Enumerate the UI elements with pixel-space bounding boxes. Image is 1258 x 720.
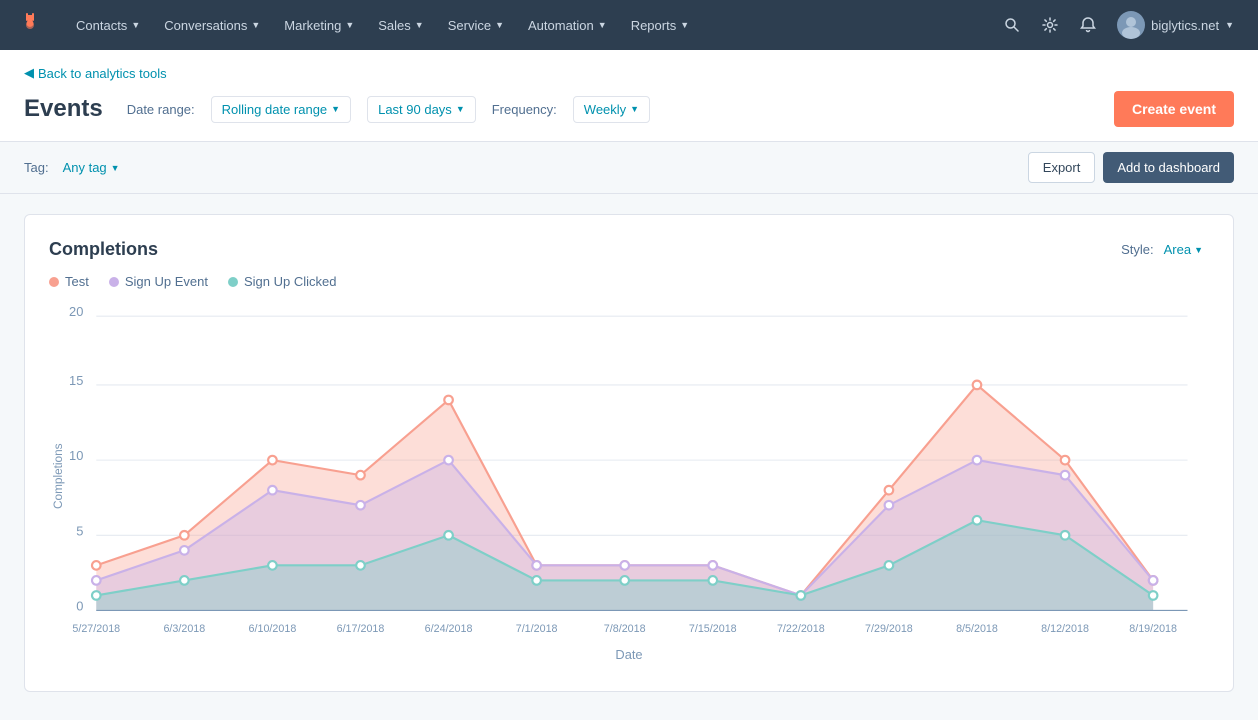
- notifications-button[interactable]: [1071, 8, 1105, 42]
- svg-text:Completions: Completions: [51, 443, 65, 509]
- svg-text:6/24/2018: 6/24/2018: [425, 623, 473, 635]
- nav-item-conversations[interactable]: Conversations▼: [152, 0, 272, 50]
- nav-item-reports[interactable]: Reports▼: [619, 0, 701, 50]
- chart-style-selector: Style: Area ▼: [1121, 240, 1209, 259]
- svg-text:5: 5: [76, 523, 83, 538]
- account-menu[interactable]: biglytics.net ▼: [1109, 7, 1242, 43]
- nav-item-contacts[interactable]: Contacts▼: [64, 0, 152, 50]
- svg-text:8/12/2018: 8/12/2018: [1041, 623, 1089, 635]
- svg-text:7/29/2018: 7/29/2018: [865, 623, 913, 635]
- last-days-select[interactable]: Last 90 days ▼: [367, 96, 476, 123]
- svg-text:7/22/2018: 7/22/2018: [777, 623, 825, 635]
- avatar: [1117, 11, 1145, 39]
- toolbar-actions: Export Add to dashboard: [1028, 152, 1234, 183]
- search-icon: [1004, 17, 1020, 33]
- svg-text:8/19/2018: 8/19/2018: [1129, 623, 1177, 635]
- toolbar: Tag: Any tag ▼ Export Add to dashboard: [0, 142, 1258, 194]
- export-button[interactable]: Export: [1028, 152, 1096, 183]
- settings-icon: [1042, 17, 1058, 33]
- svg-text:0: 0: [76, 598, 83, 613]
- svg-text:7/15/2018: 7/15/2018: [689, 623, 737, 635]
- create-event-button[interactable]: Create event: [1114, 91, 1234, 127]
- style-chevron-icon: ▼: [1194, 245, 1203, 255]
- bell-icon: [1080, 17, 1096, 33]
- legend-dot-signup-event: [109, 277, 119, 287]
- page-title: Events: [24, 95, 103, 123]
- back-arrow-icon: ◀: [24, 65, 34, 81]
- svg-text:8/5/2018: 8/5/2018: [956, 623, 998, 635]
- legend-dot-test: [49, 277, 59, 287]
- svg-text:Date: Date: [615, 647, 642, 662]
- svg-text:10: 10: [69, 448, 83, 463]
- tag-label: Tag:: [24, 160, 49, 175]
- tag-chevron-icon: ▼: [111, 163, 120, 173]
- frequency-label: Frequency:: [492, 102, 557, 117]
- nav-item-automation[interactable]: Automation▼: [516, 0, 619, 50]
- frequency-select[interactable]: Weekly ▼: [573, 96, 650, 123]
- nav-item-service[interactable]: Service▼: [436, 0, 516, 50]
- chart-header: Completions Style: Area ▼: [49, 239, 1209, 260]
- legend-item-signup-event: Sign Up Event: [109, 274, 208, 289]
- date-range-chevron-icon: ▼: [331, 104, 340, 114]
- area-chart: 0 5 10 15 20 Completions: [49, 299, 1209, 664]
- chart-svg-wrapper: 0 5 10 15 20 Completions: [49, 299, 1209, 667]
- frequency-chevron-icon: ▼: [630, 104, 639, 114]
- page-title-row: Events Date range: Rolling date range ▼ …: [24, 91, 1234, 127]
- search-button[interactable]: [995, 8, 1029, 42]
- tag-filter: Tag: Any tag ▼: [24, 156, 126, 179]
- chart-title: Completions: [49, 239, 158, 260]
- chart-container: Completions Style: Area ▼ Test Sign Up E…: [24, 214, 1234, 692]
- sub-header: ◀ Back to analytics tools Events Date ra…: [0, 50, 1258, 142]
- add-to-dashboard-button[interactable]: Add to dashboard: [1103, 152, 1234, 183]
- nav-item-sales[interactable]: Sales▼: [366, 0, 435, 50]
- page-title-filters: Events Date range: Rolling date range ▼ …: [24, 95, 650, 123]
- legend-item-test: Test: [49, 274, 89, 289]
- back-link[interactable]: ◀ Back to analytics tools: [24, 65, 167, 81]
- nav-items: Contacts▼ Conversations▼ Marketing▼ Sale…: [64, 0, 995, 50]
- chart-style-select[interactable]: Area ▼: [1158, 240, 1209, 259]
- svg-text:6/17/2018: 6/17/2018: [337, 623, 385, 635]
- tag-select[interactable]: Any tag ▼: [57, 156, 126, 179]
- legend-item-signup-clicked: Sign Up Clicked: [228, 274, 337, 289]
- svg-text:7/1/2018: 7/1/2018: [516, 623, 558, 635]
- top-nav: Contacts▼ Conversations▼ Marketing▼ Sale…: [0, 0, 1258, 50]
- account-name: biglytics.net: [1151, 18, 1219, 33]
- svg-text:7/8/2018: 7/8/2018: [604, 623, 646, 635]
- logo[interactable]: [16, 8, 44, 42]
- svg-text:6/10/2018: 6/10/2018: [249, 623, 297, 635]
- account-chevron-icon: ▼: [1225, 20, 1234, 30]
- svg-text:20: 20: [69, 304, 83, 319]
- legend-dot-signup-clicked: [228, 277, 238, 287]
- last-days-chevron-icon: ▼: [456, 104, 465, 114]
- chart-legend: Test Sign Up Event Sign Up Clicked: [49, 274, 1209, 289]
- svg-text:5/27/2018: 5/27/2018: [72, 623, 120, 635]
- nav-item-marketing[interactable]: Marketing▼: [272, 0, 366, 50]
- svg-text:15: 15: [69, 373, 83, 388]
- nav-right: biglytics.net ▼: [995, 7, 1242, 43]
- date-range-select[interactable]: Rolling date range ▼: [211, 96, 351, 123]
- settings-button[interactable]: [1033, 8, 1067, 42]
- svg-text:6/3/2018: 6/3/2018: [163, 623, 205, 635]
- date-range-label: Date range:: [127, 102, 195, 117]
